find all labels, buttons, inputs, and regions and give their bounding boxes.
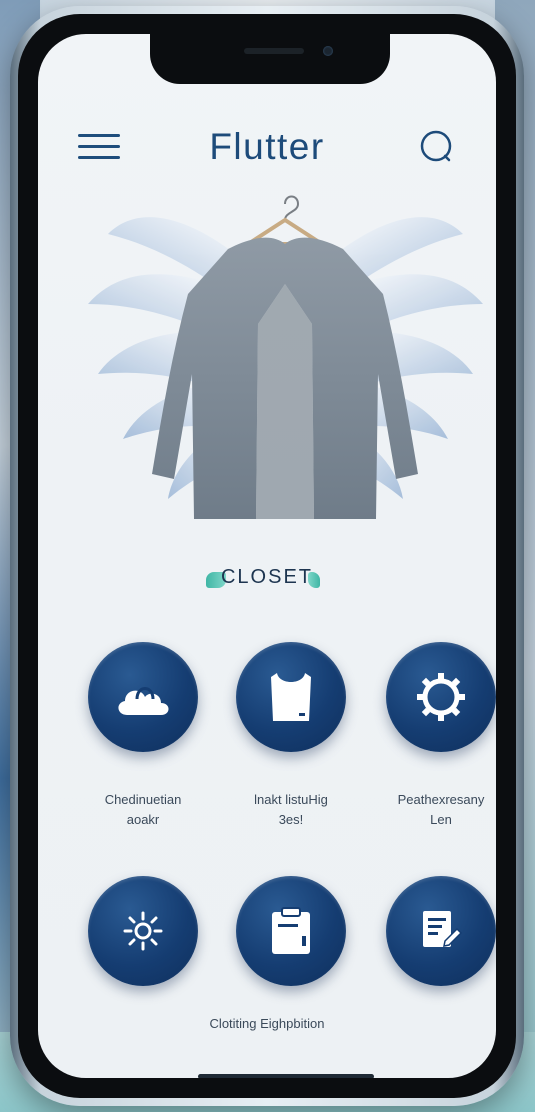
- category-tile-5[interactable]: [236, 876, 346, 986]
- search-icon: [420, 130, 452, 162]
- caption-line2: Len: [430, 812, 452, 827]
- caption-line2: aoakr: [126, 812, 160, 827]
- category-tile-6[interactable]: [386, 876, 496, 986]
- category-tile-3[interactable]: [386, 642, 496, 752]
- category-tile-2[interactable]: [236, 642, 346, 752]
- closet-label: CLOSET: [220, 566, 314, 588]
- phone-bezel: Flutter CLOSET Chedinuetian aoakr lnakt …: [18, 14, 516, 1098]
- caption-line2: 3es!: [278, 812, 304, 827]
- caption-line1: Peathexresany: [397, 792, 485, 807]
- app-header: Flutter: [38, 112, 496, 172]
- tank-top-icon: [271, 673, 311, 721]
- phone-screen: Flutter CLOSET Chedinuetian aoakr lnakt …: [38, 34, 496, 1078]
- caption-line1: lnakt listuHig: [254, 792, 328, 807]
- hero-illustration: [78, 174, 493, 564]
- phone-frame: Flutter CLOSET Chedinuetian aoakr lnakt …: [10, 6, 524, 1106]
- gear-icon: [417, 673, 465, 721]
- category-tile-1[interactable]: [88, 642, 198, 752]
- notch: [150, 34, 390, 84]
- category-tile-4[interactable]: [88, 876, 198, 986]
- category-caption-bottom: Clotiting Eighpbition: [209, 1016, 325, 1031]
- category-caption-3: Peathexresany Len: [366, 790, 496, 830]
- brush-stroke-right: [308, 572, 320, 588]
- sun-icon: [123, 911, 163, 951]
- cardigan-wings-illustration: [88, 195, 483, 519]
- cloud-hanger-icon: [118, 687, 169, 715]
- category-caption-2: lnakt listuHig 3es!: [216, 790, 366, 830]
- category-caption-1: Chedinuetian aoakr: [68, 790, 218, 830]
- clipboard-icon: [272, 907, 310, 954]
- home-indicator[interactable]: [198, 1074, 374, 1078]
- earpiece-speaker: [244, 48, 304, 54]
- document-edit-icon: [423, 911, 463, 947]
- caption-line1: Chedinuetian: [104, 792, 182, 807]
- front-camera: [323, 46, 333, 56]
- closet-heading: CLOSET: [38, 566, 496, 596]
- search-button[interactable]: [418, 128, 456, 166]
